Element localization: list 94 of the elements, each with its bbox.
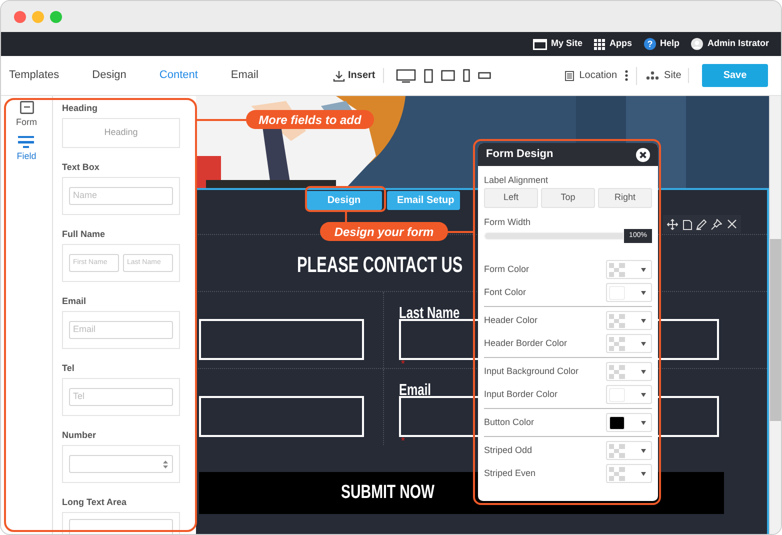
setting-label: Header Color <box>484 314 538 327</box>
setting-label: Form Color <box>484 262 530 276</box>
close-icon[interactable] <box>636 148 650 162</box>
caret-icon <box>641 290 646 294</box>
input-field: Tel <box>69 388 173 406</box>
required-mark: * <box>401 437 406 447</box>
top-bar-link[interactable]: Admin Istrator <box>691 37 769 51</box>
setting-label: Button Color <box>484 416 534 429</box>
caret-icon <box>641 392 646 396</box>
caret-icon <box>641 448 646 452</box>
caret-icon <box>641 472 646 476</box>
field-label: Tel <box>62 363 76 373</box>
field-label: Heading <box>62 103 99 113</box>
top-bar-link[interactable]: My Site <box>532 37 582 51</box>
more-icon[interactable] <box>625 70 628 81</box>
move-icon[interactable] <box>667 218 678 230</box>
callout-label: Design your form <box>320 222 448 241</box>
field-label: Text Box <box>62 162 100 172</box>
grid-icon <box>594 38 606 50</box>
caret-icon <box>641 370 646 374</box>
spinner-icon <box>163 460 168 468</box>
form-input[interactable] <box>199 319 364 360</box>
phone-landscape-icon[interactable] <box>478 72 492 79</box>
color-picker[interactable] <box>606 441 652 460</box>
window-zoom-button[interactable] <box>50 10 62 22</box>
setting-label: Input Border Color <box>484 388 558 401</box>
field-label: Email <box>62 296 88 306</box>
insert-button[interactable]: Insert <box>333 68 384 83</box>
setting-label: Label Alignment <box>484 175 550 185</box>
input-label: Last Name <box>399 305 460 322</box>
leader-line <box>197 119 247 121</box>
form-icon <box>20 101 34 114</box>
alignment-option[interactable]: Left <box>484 188 538 208</box>
color-picker[interactable] <box>606 260 652 279</box>
avatar-icon <box>691 38 704 50</box>
mode-tab[interactable]: Field <box>16 136 36 163</box>
setting-label: Header Border Color <box>484 336 568 350</box>
nav-tab[interactable]: Content <box>159 67 198 84</box>
window-close-button[interactable] <box>14 10 26 22</box>
form-input[interactable] <box>199 396 364 437</box>
tablet-icon[interactable] <box>424 68 434 82</box>
desktop-icon[interactable] <box>396 68 416 82</box>
setting-label: Input Background Color <box>484 364 579 378</box>
location-button[interactable]: Location <box>565 68 618 83</box>
nav-tab[interactable]: Templates <box>9 67 60 84</box>
help-icon: ? <box>644 38 656 50</box>
phone-icon[interactable] <box>463 69 470 82</box>
color-picker[interactable] <box>606 413 652 432</box>
field-label: Long Text Area <box>62 497 128 507</box>
color-picker[interactable] <box>606 385 652 404</box>
callout-label: More fields to add <box>246 110 374 129</box>
nav-tab[interactable]: Design <box>92 67 126 84</box>
color-picker[interactable] <box>606 362 652 381</box>
color-picker[interactable] <box>606 283 652 302</box>
required-mark: * <box>401 360 406 370</box>
field-label: Full Name <box>62 229 106 239</box>
setting-label: Form Width <box>484 217 532 227</box>
caret-icon <box>641 342 646 346</box>
tablet-landscape-icon[interactable] <box>441 70 456 81</box>
browser-window-icon <box>532 38 547 50</box>
top-bar-link[interactable]: Apps <box>594 37 632 51</box>
color-picker[interactable] <box>606 311 652 330</box>
caret-icon <box>641 268 646 272</box>
heading-preview: Heading <box>104 126 138 140</box>
panel-title: Form Design <box>486 147 554 162</box>
download-icon <box>333 70 345 82</box>
field-label: Number <box>62 430 98 440</box>
mode-tab[interactable]: Form <box>16 101 37 130</box>
close-icon[interactable] <box>726 219 737 229</box>
setting-label: Font Color <box>484 286 526 299</box>
pen-icon[interactable] <box>696 218 707 230</box>
input-field: Name <box>69 187 173 205</box>
top-bar-link[interactable]: ? Help <box>644 37 680 51</box>
alignment-option[interactable]: Top <box>541 188 595 208</box>
caret-icon <box>641 420 646 424</box>
color-picker[interactable] <box>606 464 652 483</box>
input-label: Email <box>399 382 432 399</box>
document-icon <box>565 70 574 80</box>
nav-tab[interactable]: Email <box>230 67 258 84</box>
caret-icon <box>641 318 646 322</box>
scrollbar[interactable] <box>769 96 781 534</box>
setting-label: Striped Odd <box>484 444 532 457</box>
site-button[interactable]: Site <box>646 68 690 83</box>
copy-icon[interactable] <box>682 218 692 230</box>
pin-icon[interactable] <box>711 218 722 230</box>
color-picker[interactable] <box>606 334 652 353</box>
field-icon <box>18 136 34 148</box>
dots-icon <box>646 71 660 80</box>
leader-line <box>447 231 474 233</box>
scrollbar-thumb[interactable] <box>770 239 781 421</box>
alignment-option[interactable]: Right <box>598 188 652 208</box>
field-preview[interactable] <box>62 445 180 483</box>
form-heading: PLEASE CONTACT US <box>297 251 463 279</box>
input-field: Email <box>69 321 173 339</box>
